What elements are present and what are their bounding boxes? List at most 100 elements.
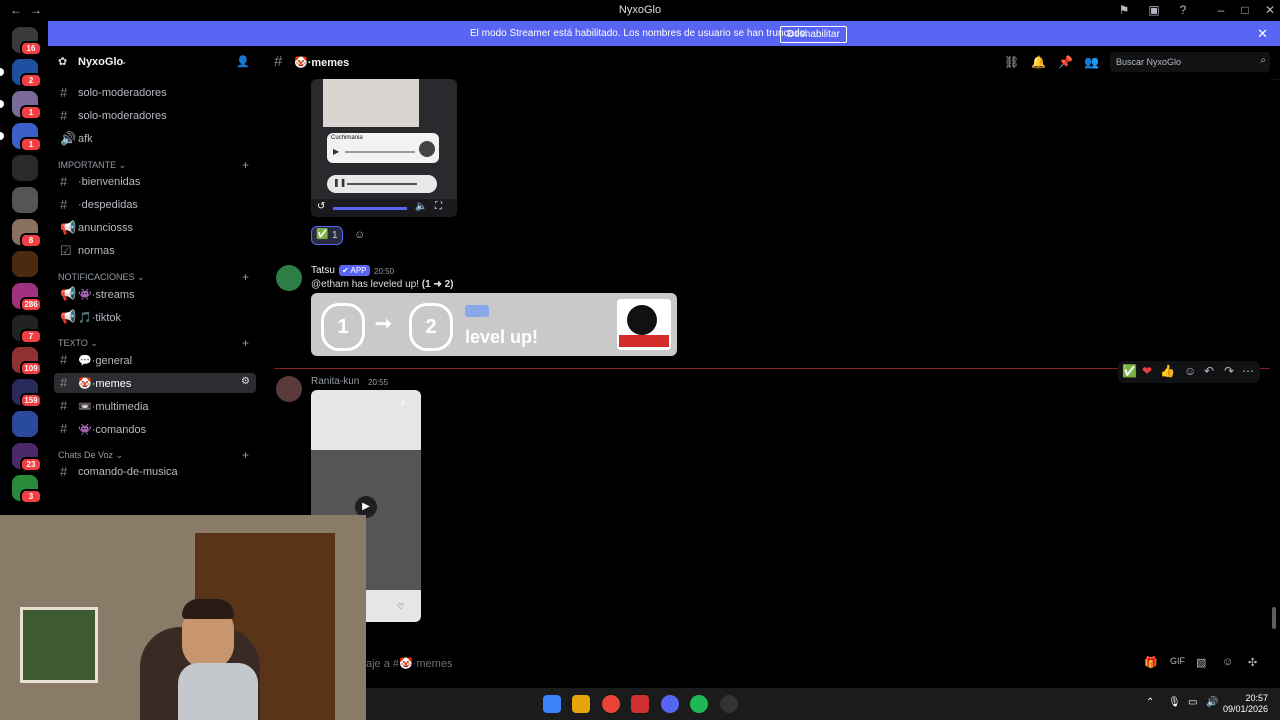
notification-badge: 159 xyxy=(20,393,42,408)
sticker-icon[interactable]: ▧ xyxy=(1196,656,1206,669)
server-icon-server-9[interactable]: 286 xyxy=(12,283,42,312)
apps-icon[interactable]: ✣ xyxy=(1248,656,1257,669)
message-composer[interactable]: aje a #🤡·memes 🎁 GIF ▧ ☺ ✣ xyxy=(264,648,1280,678)
server-icon-server-6[interactable] xyxy=(12,187,38,213)
sidebar-channel[interactable]: # solo-moderadores xyxy=(54,83,256,103)
thumbs-up-icon[interactable]: 👍 xyxy=(1160,364,1175,378)
sidebar-channel[interactable]: 📢 anunciosss xyxy=(54,218,256,238)
server-icon-server-5[interactable] xyxy=(12,155,38,181)
reaction-check[interactable]: ✅ 1 xyxy=(311,226,343,245)
check-emoji-icon[interactable]: ✅ xyxy=(1122,364,1137,378)
server-icon-server-8[interactable] xyxy=(12,251,38,277)
add-channel-icon[interactable]: + xyxy=(242,270,249,284)
levelup-card[interactable]: 1 ➞ 2 level up! xyxy=(311,293,677,356)
scrollbar[interactable] xyxy=(1272,607,1276,629)
replay-icon[interactable]: ↺ xyxy=(317,201,325,212)
server-icon-direct-messages[interactable]: 16 xyxy=(12,27,42,56)
flag-icon[interactable]: ⚑ xyxy=(1116,3,1132,17)
notification-badge: 3 xyxy=(20,489,42,504)
server-icon-server-10[interactable]: 7 xyxy=(12,315,42,344)
gift-icon[interactable]: 🎁 xyxy=(1144,656,1158,669)
server-icon-server-13[interactable] xyxy=(12,411,38,437)
message-username[interactable]: Tatsu xyxy=(311,265,335,276)
category-header[interactable]: IMPORTANTE ⌄ xyxy=(58,160,126,171)
progress-bar[interactable] xyxy=(333,207,407,210)
wps-icon[interactable] xyxy=(631,695,649,713)
message-list: Cuchimania ▶ ❚❚ ↺ 🔈 ⛶ ✅ 1 ☺ Tatsu ✔ APP … xyxy=(264,79,1276,644)
server-icon-server-14[interactable]: 23 xyxy=(12,443,42,472)
category-header[interactable]: Chats De Voz ⌄ xyxy=(58,450,123,461)
threads-icon[interactable]: ⛓ xyxy=(1004,55,1019,69)
channel-name: ·despedidas xyxy=(78,199,138,211)
chevron-up-icon[interactable]: ⌃ xyxy=(1146,697,1154,708)
sidebar-channel[interactable]: 🔊 afk xyxy=(54,129,256,149)
sidebar-channel[interactable]: # 🤡·memes ⚙ xyxy=(54,373,256,393)
microphone-icon[interactable]: 🎙 xyxy=(1168,697,1181,708)
category-header[interactable]: TEXTO ⌄ xyxy=(58,338,98,349)
download-icon[interactable]: ⤓ xyxy=(401,396,405,407)
unread-indicator xyxy=(0,132,4,140)
add-reaction-icon[interactable]: ☺ xyxy=(1184,364,1196,378)
sidebar-channel[interactable]: 📢 👾·streams xyxy=(54,284,256,304)
search-input[interactable]: Buscar NyxoGlo ⌕ xyxy=(1110,52,1270,72)
members-icon[interactable]: 👥 xyxy=(1084,55,1099,69)
file-explorer-icon[interactable] xyxy=(572,695,590,713)
shared-media-screenshot[interactable]: Cuchimania ▶ ❚❚ ↺ 🔈 ⛶ xyxy=(311,79,457,217)
sidebar-channel[interactable]: # solo-moderadores xyxy=(54,106,256,126)
reply-icon[interactable]: ↶ xyxy=(1204,364,1214,378)
notification-badge: 16 xyxy=(20,41,42,56)
sidebar-channel[interactable]: # comando-de-musica xyxy=(54,462,256,482)
disable-streamer-button[interactable]: Deshabilitar xyxy=(780,26,847,43)
server-icon-server-12[interactable]: 159 xyxy=(12,379,42,408)
bell-icon[interactable]: 🔔 xyxy=(1031,55,1046,69)
composer-placeholder: aje a #🤡·memes xyxy=(366,658,453,670)
windows-start-icon[interactable] xyxy=(543,695,561,713)
emoji-icon[interactable]: ☺ xyxy=(1222,656,1233,668)
server-icon-server-15[interactable]: 3 xyxy=(12,475,42,504)
speaker-icon[interactable]: 🔊 xyxy=(1206,697,1218,708)
sidebar-channel[interactable]: # ·bienvenidas xyxy=(54,172,256,192)
server-icon-server-4[interactable]: 1 xyxy=(12,123,42,152)
server-icon-server-3[interactable]: 1 xyxy=(12,91,42,120)
server-icon-server-blue[interactable]: 2 xyxy=(12,59,42,88)
sidebar-channel[interactable]: ☑ normas xyxy=(54,241,256,261)
add-channel-icon[interactable]: + xyxy=(242,448,249,462)
fullscreen-icon[interactable]: ⛶ xyxy=(435,201,442,212)
category-header[interactable]: NOTIFICACIONES ⌄ xyxy=(58,272,145,283)
server-icon-server-7[interactable]: 8 xyxy=(12,219,42,248)
sidebar-channel[interactable]: # 💬·general xyxy=(54,350,256,370)
pin-icon[interactable]: 📌 xyxy=(1058,55,1073,69)
clock[interactable]: 20:57 09/01/2026 xyxy=(1223,693,1268,715)
close-icon[interactable]: ✕ xyxy=(1257,26,1268,42)
sidebar-channel[interactable]: 📢 🎵·tiktok xyxy=(54,307,256,327)
help-icon[interactable]: ? xyxy=(1175,3,1191,17)
discord-icon[interactable] xyxy=(661,695,679,713)
volume-icon[interactable]: 🔈 xyxy=(415,201,427,212)
hash-icon: # xyxy=(60,375,68,390)
streamer-mode-banner: El modo Streamer está habilitado. Los no… xyxy=(48,21,1280,46)
category-label: NOTIFICACIONES xyxy=(58,272,135,282)
chrome-icon[interactable] xyxy=(602,695,620,713)
add-reaction-icon[interactable]: ☺ xyxy=(354,229,365,241)
network-icon[interactable]: ▭ xyxy=(1188,697,1197,708)
obs-icon[interactable] xyxy=(720,695,738,713)
add-channel-icon[interactable]: + xyxy=(242,336,249,350)
avatar[interactable] xyxy=(276,376,302,402)
spotify-icon[interactable] xyxy=(690,695,708,713)
monitor-icon[interactable]: ▣ xyxy=(1146,3,1162,17)
heart-emoji-icon[interactable]: ❤ xyxy=(1142,364,1152,378)
sidebar-channel[interactable]: # 👾·comandos xyxy=(54,419,256,439)
add-channel-icon[interactable]: + xyxy=(242,158,249,172)
close-window-icon[interactable]: ✕ xyxy=(1262,3,1278,17)
sidebar-channel[interactable]: # ·despedidas xyxy=(54,195,256,215)
avatar[interactable] xyxy=(276,265,302,291)
message-username[interactable]: Ranita-kun xyxy=(311,376,359,387)
maximize-icon[interactable]: □ xyxy=(1237,3,1253,17)
forward-icon[interactable]: ↷ xyxy=(1224,364,1234,378)
server-icon-server-11[interactable]: 109 xyxy=(12,347,42,376)
gif-icon[interactable]: GIF xyxy=(1170,656,1185,666)
minimize-icon[interactable]: – xyxy=(1213,3,1229,17)
gear-icon[interactable]: ⚙ xyxy=(241,376,250,387)
more-icon[interactable]: ⋯ xyxy=(1242,364,1254,378)
sidebar-channel[interactable]: # 📼·multimedia xyxy=(54,396,256,416)
